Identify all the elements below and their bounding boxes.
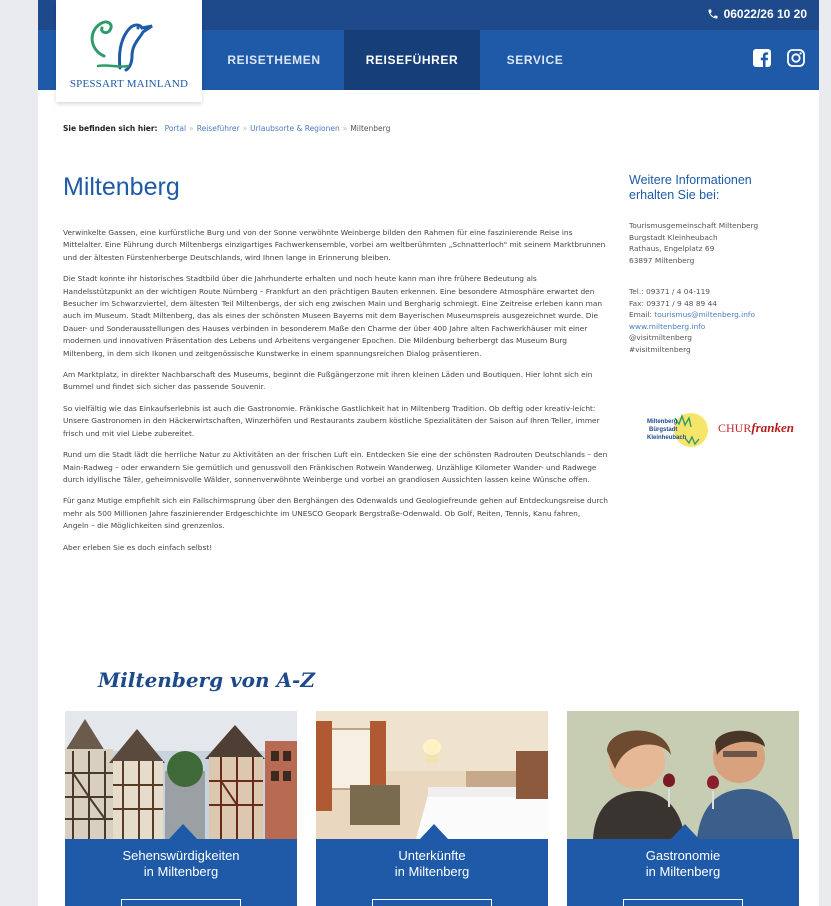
contact-email-link[interactable]: tourismus@miltenberg.info: [654, 310, 755, 319]
card-caption: Unterkünfte in Miltenberg: [316, 848, 548, 880]
paragraph: Aber erleben Sie es doch einfach selbst!: [63, 542, 213, 552]
card-caption-line2: in Miltenberg: [645, 864, 721, 879]
paragraph: Für ganz Mutige empfiehlt sich ein Falls…: [63, 496, 608, 531]
hotel-room-photo: [316, 711, 548, 839]
card-more-button[interactable]: [121, 899, 241, 906]
card-caption-line1: Unterkünfte: [398, 848, 466, 863]
nav-reisefuehrer[interactable]: REISEFÜHRER: [344, 30, 480, 90]
contact-tel: Tel.: 09371 / 4 04-119: [629, 287, 710, 296]
contact-email-label: Email:: [629, 310, 652, 320]
page-title: Miltenberg: [63, 173, 180, 201]
card-unterkuenfte[interactable]: Unterkünfte in Miltenberg: [316, 711, 548, 906]
breadcrumb-current: Miltenberg: [350, 124, 391, 133]
old-town-photo: [65, 711, 297, 839]
card-notch: [420, 824, 448, 839]
heron-logo-icon: [90, 20, 153, 72]
breadcrumb-portal[interactable]: Portal: [165, 124, 187, 133]
paragraph: Am Marktplatz, in direkter Nachbarschaft…: [63, 370, 593, 392]
badge-text-1: Miltenberg: [647, 419, 678, 425]
breadcrumb-separator: »: [189, 124, 194, 133]
sidebar-contact: Tel.: 09371 / 4 04-119 Fax: 09371 / 9 48…: [629, 286, 804, 356]
card-sehenswuerdigkeiten[interactable]: Sehenswürdigkeiten in Miltenberg: [65, 711, 297, 906]
phone-icon: [708, 9, 718, 19]
sidebar-address: Tourismusgemeinschaft Miltenberg Burgsta…: [629, 220, 804, 266]
card-caption-line2: in Miltenberg: [143, 864, 219, 879]
churfranken-suffix: franken: [751, 420, 794, 435]
contact-email-row: Email: tourismus@miltenberg.info: [629, 309, 804, 321]
article-body: Verwinkelte Gassen, eine kurfürstliche B…: [63, 227, 608, 563]
churfranken-prefix: CHUR: [718, 421, 752, 435]
churfranken-logo[interactable]: CHURfranken: [718, 420, 794, 436]
address-line: 63897 Miltenberg: [629, 255, 695, 265]
card-caption: Gastronomie in Miltenberg: [567, 848, 799, 880]
logo-text: SPESSART MAINLAND: [69, 78, 189, 90]
paragraph: So vielfältig wie das Einkaufserlebnis i…: [63, 403, 600, 438]
card-caption: Sehenswürdigkeiten in Miltenberg: [65, 848, 297, 880]
badge-text-3: Kleinheubach: [647, 435, 687, 441]
contact-hashtag: #visitmiltenberg: [629, 344, 691, 354]
paragraph: Die Stadt konnte ihr historisches Stadtb…: [63, 274, 603, 358]
breadcrumb-urlaubsorte[interactable]: Urlaubsorte & Regionen: [250, 124, 340, 133]
breadcrumb-label: Sie befinden sich hier:: [63, 124, 158, 133]
az-section-title: Miltenberg von A-Z: [98, 668, 315, 692]
paragraph: Rund um die Stadt lädt die herrliche Nat…: [63, 450, 608, 484]
contact-handle: @visitmiltenberg: [629, 333, 692, 343]
wine-tasting-photo: [567, 711, 799, 839]
address-line: Rathaus, Engelplatz 69: [629, 244, 715, 254]
card-notch: [169, 824, 197, 839]
site-logo[interactable]: SPESSART MAINLAND: [56, 0, 202, 102]
card-more-button[interactable]: [623, 899, 743, 906]
card-caption-line2: in Miltenberg: [394, 864, 470, 879]
instagram-icon[interactable]: [786, 48, 806, 68]
breadcrumb-separator: »: [242, 124, 248, 133]
card-notch: [671, 824, 699, 839]
page: 06022/26 10 20 REISETHEMEN REISEFÜHRER S…: [38, 0, 819, 906]
breadcrumb-reisefuehrer[interactable]: Reiseführer: [197, 124, 240, 133]
nav-service[interactable]: SERVICE: [480, 30, 590, 90]
contact-web-link[interactable]: www.miltenberg.info: [629, 321, 804, 333]
facebook-icon[interactable]: [752, 48, 772, 68]
address-line: Tourismusgemeinschaft Miltenberg: [629, 221, 759, 230]
breadcrumb: Sie befinden sich hier: Portal » Reisefü…: [63, 124, 390, 133]
contact-fax: Fax: 09371 / 9 48 89 44: [629, 298, 717, 308]
card-gastronomie[interactable]: Gastronomie in Miltenberg: [567, 711, 799, 906]
card-caption-line1: Gastronomie: [645, 848, 721, 863]
badge-text-2: Bürgstadt: [649, 427, 677, 433]
phone-number: 06022/26 10 20: [723, 7, 807, 21]
breadcrumb-separator: »: [342, 124, 348, 133]
miltenberg-badge-logo[interactable]: Miltenberg Bürgstadt Kleinheubach: [645, 408, 711, 456]
paragraph: Verwinkelte Gassen, eine kurfürstliche B…: [63, 228, 606, 262]
address-line: Burgstadt Kleinheubach: [629, 232, 718, 242]
sidebar-title: Weitere Informationen erhalten Sie bei:: [629, 173, 752, 202]
nav-reisethemen[interactable]: REISETHEMEN: [204, 30, 344, 90]
phone-link[interactable]: 06022/26 10 20: [707, 7, 807, 21]
card-more-button[interactable]: [372, 899, 492, 906]
card-caption-line1: Sehenswürdigkeiten: [122, 848, 240, 863]
